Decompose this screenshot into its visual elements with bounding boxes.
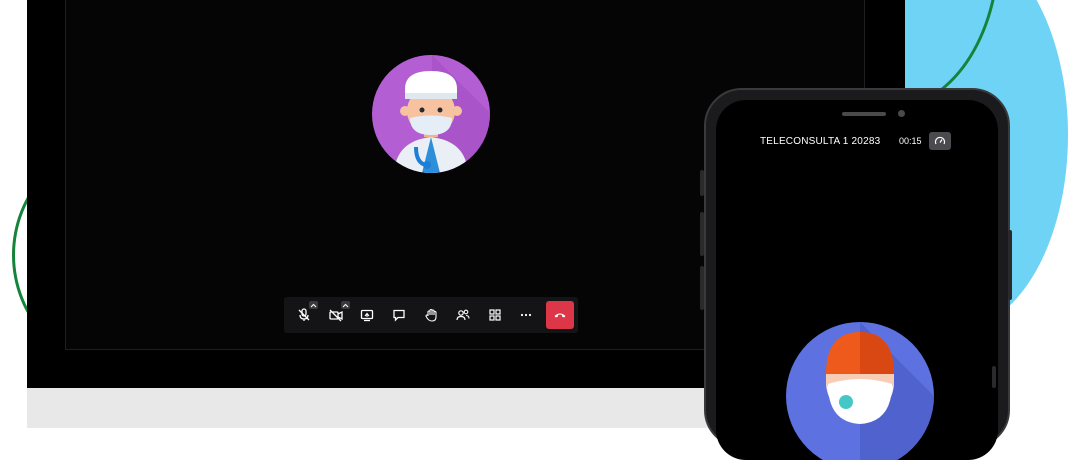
call-title: TELECONSULTA 1 20283: [760, 136, 881, 147]
chat-icon: [393, 309, 405, 322]
phone-side-indicator: [992, 366, 996, 388]
chevron-up-icon: [310, 303, 317, 307]
video-off-icon: [329, 309, 343, 322]
end-call-button[interactable]: [546, 301, 575, 329]
more-icon: [521, 313, 532, 317]
camera-options-caret[interactable]: [340, 301, 350, 309]
doctor-avatar: [372, 55, 490, 173]
phone-volume-button: [700, 266, 704, 310]
hand-icon: [425, 308, 437, 322]
participants-icon: [456, 309, 470, 321]
raise-hand-button[interactable]: [415, 299, 447, 331]
call-toolbar: [284, 297, 578, 333]
mic-options-caret[interactable]: [308, 301, 318, 309]
phone-camera: [898, 110, 905, 117]
smartphone: TELECONSULTA 1 20283 00:15: [700, 88, 1012, 460]
chat-button[interactable]: [383, 299, 415, 331]
grid-icon: [488, 309, 501, 321]
mic-off-icon: [298, 308, 310, 321]
camera-toggle-button[interactable]: [320, 299, 352, 331]
phone-power-button: [1008, 230, 1012, 300]
screen-share-icon: [361, 309, 374, 322]
patient-avatar: [786, 322, 934, 460]
tile-view-button[interactable]: [479, 299, 511, 331]
hangup-icon: [554, 313, 566, 318]
mute-microphone-button[interactable]: [288, 299, 320, 331]
monitor-stand: [27, 388, 727, 428]
phone-volume-button: [700, 170, 704, 196]
phone-screen: TELECONSULTA 1 20283 00:15: [716, 100, 998, 460]
connection-quality-button[interactable]: [929, 132, 951, 150]
call-timer: 00:15: [899, 136, 922, 146]
gauge-icon: [934, 136, 946, 145]
chevron-up-icon: [342, 303, 348, 307]
phone-speaker: [842, 112, 886, 116]
phone-volume-button: [700, 212, 704, 256]
share-screen-button[interactable]: [352, 299, 384, 331]
participants-button[interactable]: [447, 299, 479, 331]
more-options-button[interactable]: [510, 299, 542, 331]
